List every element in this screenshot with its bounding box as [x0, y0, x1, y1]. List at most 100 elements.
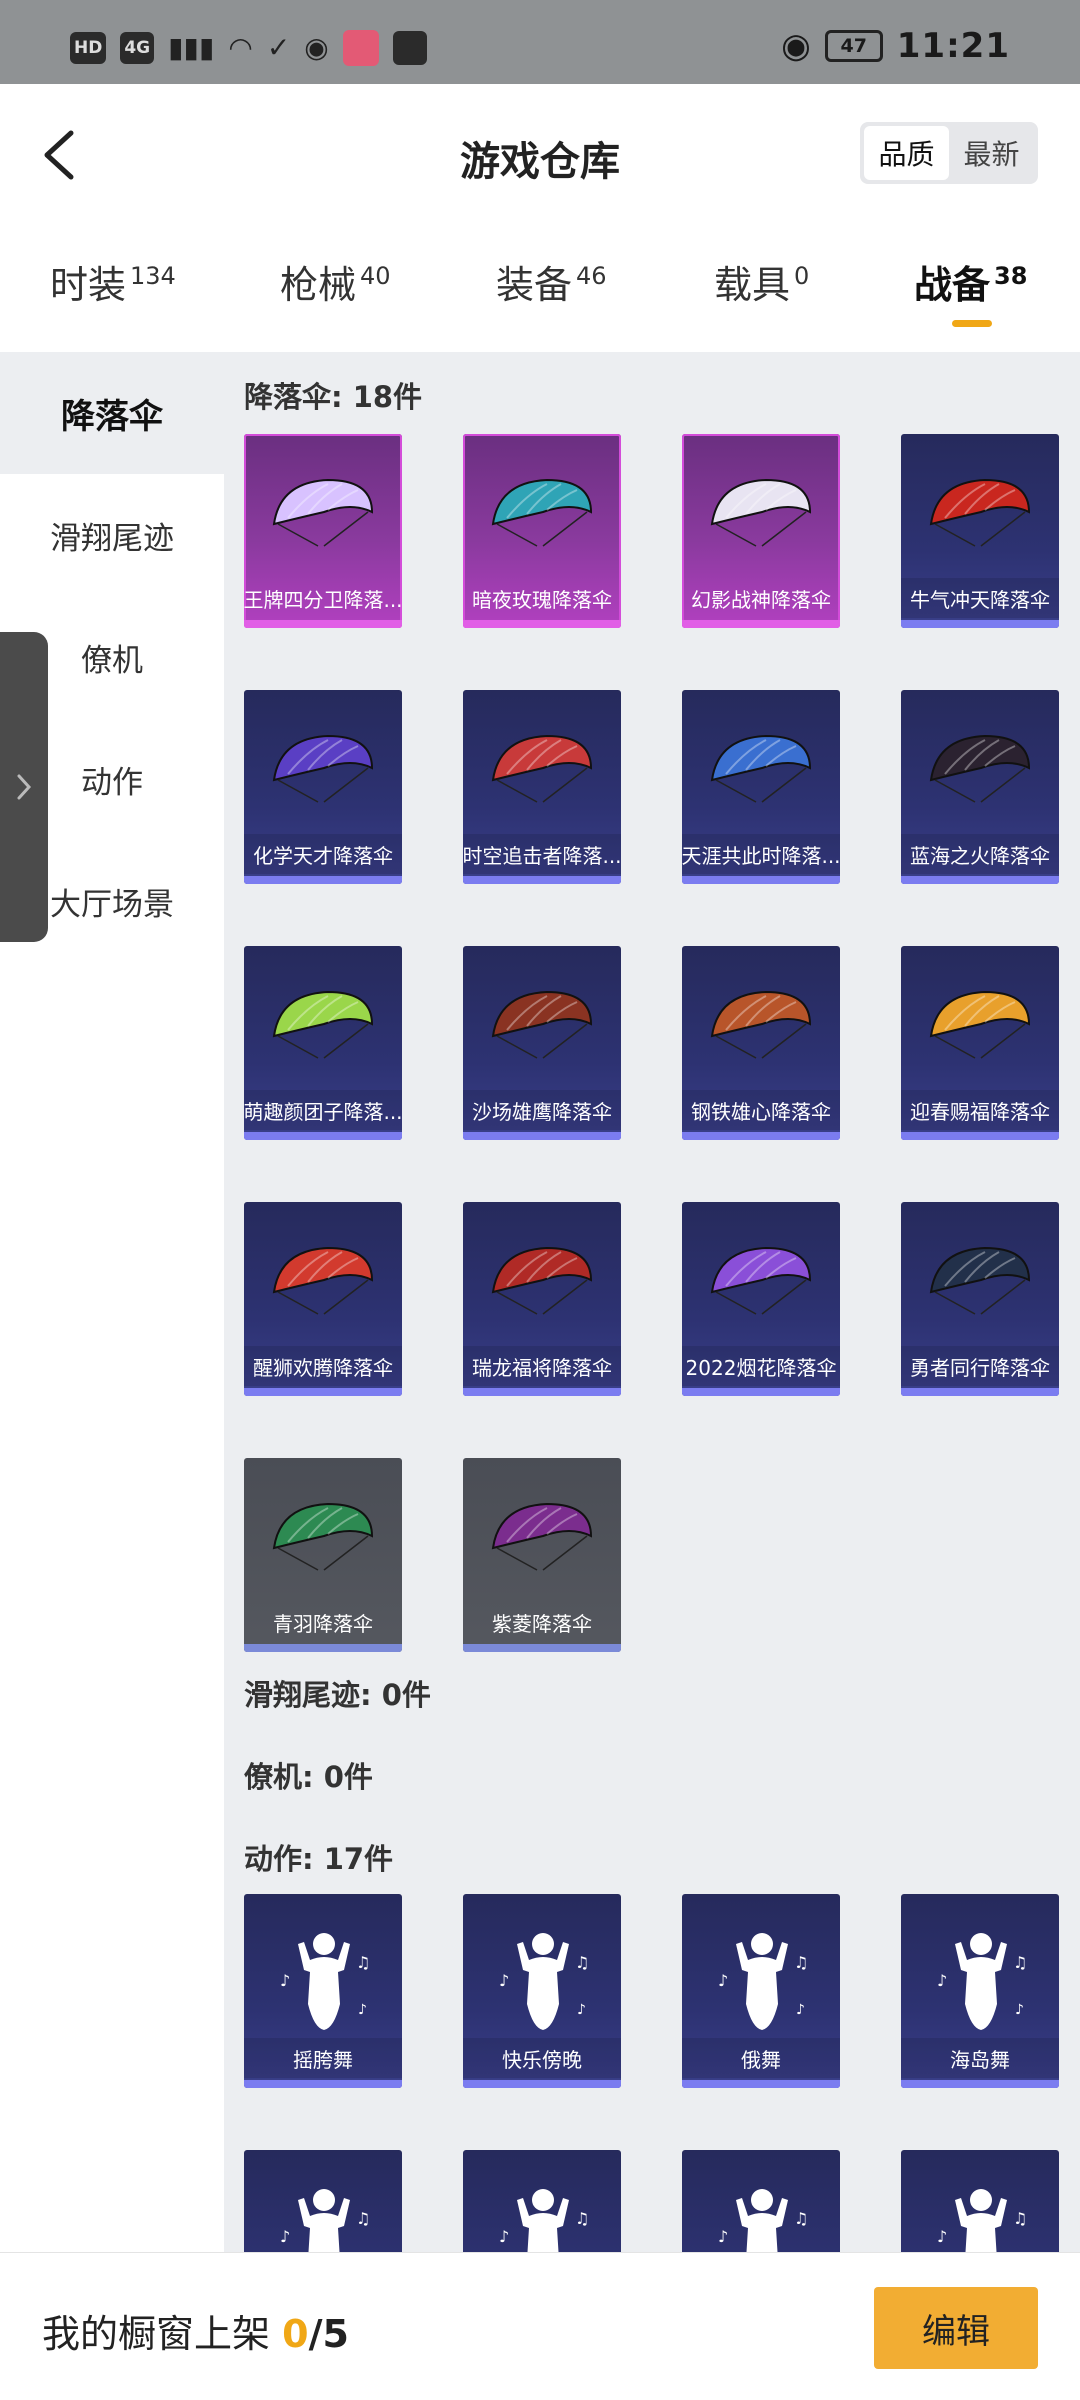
svg-text:♪: ♪	[718, 1971, 728, 1990]
side-drawer-handle[interactable]	[0, 632, 48, 942]
item-name: 化学天才降落伞	[244, 834, 402, 874]
tab-battle-gear[interactable]: 战备 38	[914, 254, 1027, 309]
rarity-bar	[463, 876, 621, 884]
item-name: 幻影战神降落伞	[691, 587, 831, 612]
parachute-card[interactable]: 紫菱降落伞	[463, 1458, 621, 1652]
parachute-card[interactable]: 2022烟花降落伞	[682, 1202, 840, 1396]
parachute-icon	[272, 1502, 374, 1571]
parachute-icon	[929, 478, 1031, 547]
dancer-silhouette-icon: ♪ ♫ ♪	[718, 1933, 808, 2030]
parachute-card[interactable]: 勇者同行降落伞	[901, 1202, 1059, 1396]
parachute-card[interactable]: 牛气冲天降落伞	[901, 434, 1059, 628]
parachute-icon	[929, 990, 1031, 1059]
parachute-card[interactable]: 暗夜玫瑰降落伞	[463, 434, 621, 628]
parachute-card[interactable]: 钢铁雄心降落伞	[682, 946, 840, 1140]
svg-text:♪: ♪	[280, 1971, 290, 1990]
rarity-bar	[463, 1644, 621, 1652]
svg-text:♫: ♫	[356, 2209, 370, 2228]
header: 游戏仓库 品质 最新	[0, 84, 1080, 224]
rarity-bar	[901, 2080, 1059, 2088]
svg-text:♫: ♫	[575, 1953, 589, 1972]
parachute-card[interactable]: 迎春赐福降落伞	[901, 946, 1059, 1140]
parachute-icon	[491, 990, 593, 1059]
item-name: 海岛舞	[901, 2038, 1059, 2078]
parachute-card[interactable]: 时空追击者降落...	[463, 690, 621, 884]
svg-text:♫: ♫	[356, 1953, 370, 1972]
parachute-card[interactable]: 青羽降落伞	[244, 1458, 402, 1652]
parachute-card[interactable]: 萌趣颜团子降落...	[244, 946, 402, 1140]
parachute-card[interactable]: 王牌四分卫降落...	[244, 434, 402, 628]
rarity-bar	[244, 1644, 402, 1652]
parachute-card[interactable]: 天涯共此时降落...	[682, 690, 840, 884]
showcase-count: 我的橱窗上架 0/5	[42, 2312, 349, 2356]
emote-card[interactable]: ♪ ♫ ♪ 海岛舞	[901, 1894, 1059, 2088]
tab-weapons[interactable]: 枪械 40	[280, 254, 391, 309]
svg-text:♪: ♪	[796, 2002, 805, 2018]
rarity-bar	[682, 2080, 840, 2088]
svg-text:♪: ♪	[499, 1971, 509, 1990]
parachute-card[interactable]: 醒狮欢腾降落伞	[244, 1202, 402, 1396]
item-grid-area: 降落伞: 18件 王牌四分卫降落... 暗夜玫瑰降落伞 幻影战神降落伞 牛气冲天降落伞…	[224, 352, 1080, 2344]
hd-badge: HD	[70, 32, 107, 64]
section-title-glide-trail: 滑翔尾迹: 0件	[244, 1678, 431, 1712]
parachute-icon	[272, 734, 374, 803]
item-name: 暗夜玫瑰降落伞	[472, 587, 612, 612]
app-notification-icon	[342, 30, 379, 66]
parachute-card[interactable]: 瑞龙福将降落伞	[463, 1202, 621, 1396]
parachute-card[interactable]: 蓝海之火降落伞	[901, 690, 1059, 884]
tab-equipment[interactable]: 装备 46	[496, 254, 607, 309]
tab-vehicles[interactable]: 载具 0	[714, 254, 809, 309]
item-name: 王牌四分卫降落...	[244, 587, 402, 612]
parachute-card[interactable]: 化学天才降落伞	[244, 690, 402, 884]
rarity-bar	[901, 876, 1059, 884]
svg-text:♪: ♪	[358, 2002, 367, 2018]
dancer-silhouette-icon: ♪ ♫ ♪	[499, 1933, 589, 2030]
item-name: 醒狮欢腾降落伞	[244, 1346, 402, 1386]
parachute-icon	[491, 1502, 593, 1571]
rarity-bar	[901, 1132, 1059, 1140]
item-name: 2022烟花降落伞	[682, 1346, 840, 1386]
status-left: HD 4G ▮▮▮ ◠ ✓ ◉	[70, 30, 427, 66]
svg-text:♫: ♫	[1013, 2209, 1027, 2228]
emote-card[interactable]: ♪ ♫ ♪ 快乐傍晚	[463, 1894, 621, 2088]
sidebar-item-glide-trail[interactable]: 滑翔尾迹	[0, 474, 224, 596]
item-name: 紫菱降落伞	[492, 1611, 592, 1636]
parachute-icon	[710, 990, 812, 1059]
item-name: 俄舞	[682, 2038, 840, 2078]
item-name: 钢铁雄心降落伞	[682, 1090, 840, 1130]
parachute-icon	[710, 478, 812, 547]
item-name: 时空追击者降落...	[463, 834, 621, 874]
rarity-bar	[463, 1132, 621, 1140]
wechat-icon: ◉	[304, 31, 329, 64]
status-right: ◉ 47 11:21	[781, 26, 1010, 66]
sort-by-quality[interactable]: 品质	[864, 126, 949, 180]
item-name: 沙场雄鹰降落伞	[463, 1090, 621, 1130]
parachute-icon	[272, 990, 374, 1059]
section-title-parachute: 降落伞: 18件	[244, 380, 423, 414]
rarity-bar	[244, 876, 402, 884]
active-tab-indicator	[952, 320, 992, 327]
parachute-card[interactable]: 幻影战神降落伞	[682, 434, 840, 628]
svg-text:♫: ♫	[794, 2209, 808, 2228]
parachute-icon	[710, 734, 812, 803]
signal-icon: ▮▮▮	[168, 31, 215, 64]
parachute-icon	[491, 478, 593, 547]
dancer-silhouette-icon: ♪ ♫ ♪	[280, 1933, 370, 2030]
rarity-bar	[682, 876, 840, 884]
rarity-bar	[682, 620, 840, 628]
parachute-card[interactable]: 沙场雄鹰降落伞	[463, 946, 621, 1140]
emote-card[interactable]: ♪ ♫ ♪ 摇胯舞	[244, 1894, 402, 2088]
category-tabs: 时装 134 枪械 40 装备 46 载具 0 战备 38	[0, 224, 1080, 352]
svg-text:♪: ♪	[280, 2227, 290, 2246]
svg-text:♫: ♫	[794, 1953, 808, 1972]
dancer-silhouette-icon: ♪ ♫ ♪	[937, 1933, 1027, 2030]
parachute-icon	[491, 734, 593, 803]
sidebar-item-parachute[interactable]: 降落伞	[0, 352, 224, 474]
tab-fashion[interactable]: 时装 134	[50, 254, 176, 309]
parachute-icon	[272, 1246, 374, 1315]
clock: 11:21	[896, 26, 1010, 66]
emote-card[interactable]: ♪ ♫ ♪ 俄舞	[682, 1894, 840, 2088]
edit-button[interactable]: 编辑	[874, 2287, 1038, 2369]
sort-by-newest[interactable]: 最新	[949, 126, 1034, 180]
rarity-bar	[463, 620, 621, 628]
